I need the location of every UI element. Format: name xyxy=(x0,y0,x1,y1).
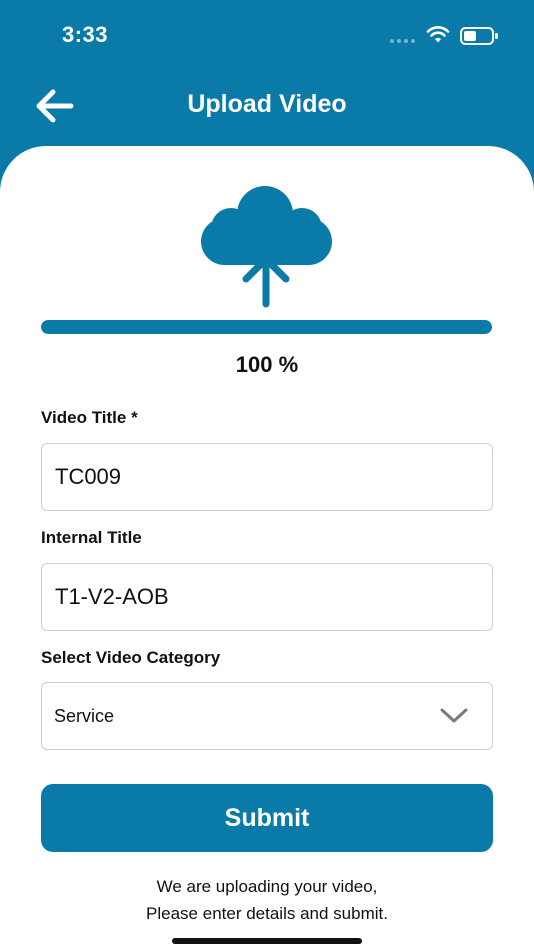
upload-card: 100 % Video Title * Internal Title Selec… xyxy=(0,146,534,950)
video-title-input[interactable] xyxy=(41,443,493,511)
status-bar: 3:33 xyxy=(0,0,534,70)
internal-title-label: Internal Title xyxy=(41,528,142,547)
upload-progress-text: 100 % xyxy=(235,352,299,377)
page-title: Upload Video xyxy=(187,90,347,118)
header: Upload Video xyxy=(0,70,534,145)
upload-progress-bar xyxy=(41,320,492,334)
video-category-select[interactable]: Service xyxy=(41,682,493,750)
internal-title-input[interactable] xyxy=(41,563,493,631)
video-category-label: Select Video Category xyxy=(41,648,221,667)
battery-icon xyxy=(460,27,498,45)
home-indicator xyxy=(172,938,362,944)
upload-info-line-2: Please enter details and submit. xyxy=(146,904,388,923)
chevron-down-icon xyxy=(440,708,468,723)
cloud-upload-icon xyxy=(201,186,332,308)
video-title-label: Video Title * xyxy=(41,408,138,427)
status-time: 3:33 xyxy=(62,22,109,47)
wifi-icon xyxy=(426,26,450,43)
video-category-value: Service xyxy=(54,706,115,726)
upload-info-line-1: We are uploading your video, xyxy=(156,877,378,896)
upload-progress-fill xyxy=(41,320,492,334)
signal-icon xyxy=(390,39,415,43)
submit-button[interactable]: Submit xyxy=(41,784,493,852)
